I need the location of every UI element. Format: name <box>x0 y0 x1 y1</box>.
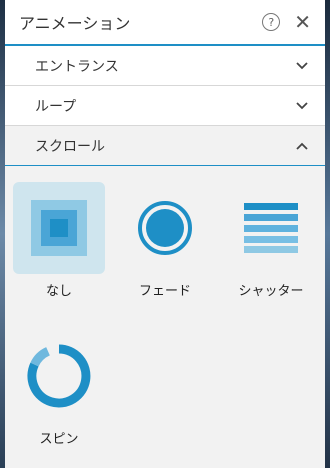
section-loop[interactable]: ループ <box>5 86 325 126</box>
option-spin[interactable]: スピン <box>13 330 105 447</box>
option-label: なし <box>45 284 72 299</box>
section-scroll[interactable]: スクロール <box>5 126 325 166</box>
chevron-up-icon <box>295 139 309 153</box>
option-label: スピン <box>39 432 79 447</box>
panel-header: アニメーション ? ✕ <box>5 0 325 46</box>
spin-icon <box>13 330 105 422</box>
help-icon[interactable]: ? <box>262 13 281 31</box>
section-entrance[interactable]: エントランス <box>5 46 325 86</box>
animation-panel: アニメーション ? ✕ エントランス ループ スクロール なし フェード シャッ… <box>5 0 325 468</box>
section-label: ループ <box>35 98 77 115</box>
panel-title: アニメーション <box>19 14 131 33</box>
background-right <box>325 0 330 468</box>
option-shutter[interactable]: シャッター <box>225 182 317 299</box>
animation-options: なし フェード シャッター スピン <box>5 166 325 466</box>
option-fade[interactable]: フェード <box>119 182 211 299</box>
section-label: エントランス <box>35 58 119 75</box>
option-label: フェード <box>138 284 191 299</box>
none-icon <box>13 182 105 274</box>
section-label: スクロール <box>35 138 105 155</box>
fade-icon <box>119 182 211 274</box>
close-icon[interactable]: ✕ <box>294 12 311 32</box>
option-label: シャッター <box>238 284 304 299</box>
chevron-down-icon <box>295 59 309 73</box>
chevron-down-icon <box>295 99 309 113</box>
shutter-icon <box>225 182 317 274</box>
option-none[interactable]: なし <box>13 182 105 299</box>
